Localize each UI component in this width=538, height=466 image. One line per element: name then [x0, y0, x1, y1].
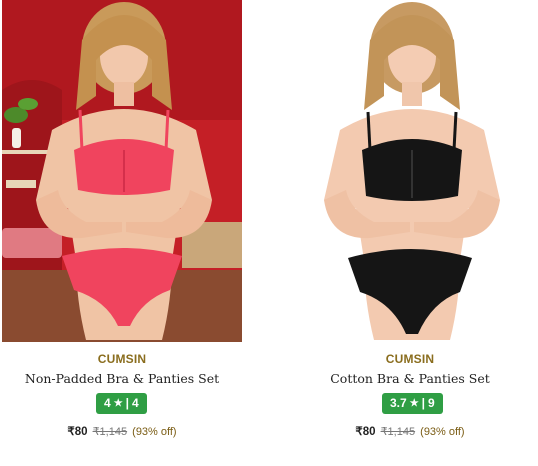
rating-value: 3.7	[390, 396, 407, 410]
product-card[interactable]: CUMSIN Non-Padded Bra & Panties Set 4 ★ …	[2, 0, 242, 466]
rating-badge[interactable]: 3.7 ★ | 9	[382, 393, 443, 414]
product-title[interactable]: Non-Padded Bra & Panties Set	[2, 371, 242, 386]
star-icon: ★	[409, 398, 419, 409]
rating-value: 4	[104, 396, 111, 410]
star-icon: ★	[113, 398, 123, 409]
review-count: 4	[132, 396, 139, 410]
discount-text: (93% off)	[132, 426, 177, 438]
product-grid: CUMSIN Non-Padded Bra & Panties Set 4 ★ …	[0, 0, 538, 466]
review-count: 9	[428, 396, 435, 410]
price-line: ₹80 ₹1,145 (93% off)	[290, 424, 530, 438]
sale-price: ₹80	[355, 426, 376, 438]
original-price: ₹1,145	[380, 426, 416, 438]
price-line: ₹80 ₹1,145 (93% off)	[2, 424, 242, 438]
rating-divider: |	[125, 396, 130, 410]
rating-badge[interactable]: 4 ★ | 4	[96, 393, 147, 414]
brand-name: CUMSIN	[385, 352, 435, 366]
sale-price: ₹80	[67, 426, 88, 438]
product-title[interactable]: Cotton Bra & Panties Set	[290, 371, 530, 386]
original-price: ₹1,145	[92, 426, 128, 438]
discount-text: (93% off)	[420, 426, 465, 438]
brand-name: CUMSIN	[97, 352, 147, 366]
product-card[interactable]: CUMSIN Cotton Bra & Panties Set 3.7 ★ | …	[290, 0, 530, 466]
rating-divider: |	[421, 396, 426, 410]
product-image[interactable]	[290, 0, 530, 342]
product-image[interactable]	[2, 0, 242, 342]
